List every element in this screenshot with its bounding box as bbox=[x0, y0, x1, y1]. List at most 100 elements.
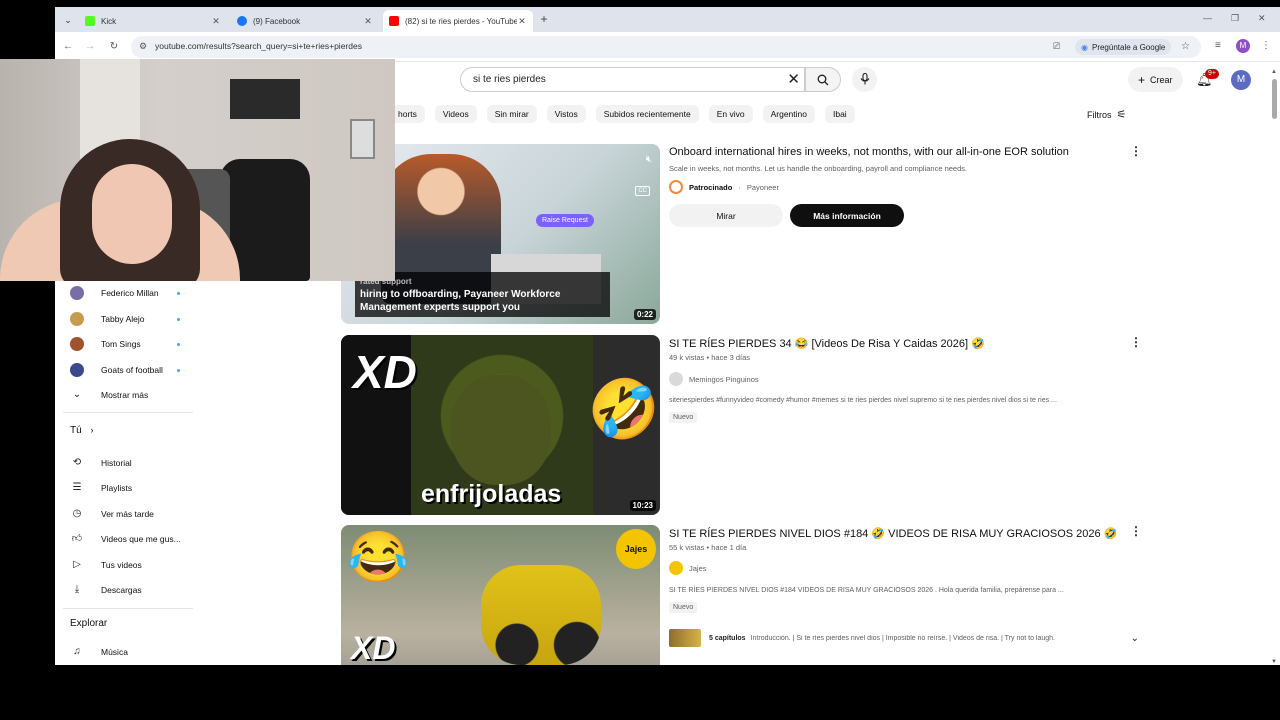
sidebar-item-music[interactable]: ♫ Música bbox=[55, 641, 201, 663]
chip-watched[interactable]: Vistos bbox=[546, 105, 586, 123]
filter-chips: horts Videos Sin mirar Vistos Subidos re… bbox=[390, 105, 855, 123]
sidebar-show-more[interactable]: ⌄ Mostrar más bbox=[55, 384, 201, 406]
filters-button[interactable]: Filtros ⚟ bbox=[1087, 108, 1126, 121]
subscription-label: Federico Millan bbox=[101, 288, 159, 298]
chip-shorts[interactable]: horts bbox=[390, 105, 425, 123]
youtube-favicon-icon bbox=[389, 16, 399, 26]
tab-youtube[interactable]: (82) si te ries pierdes - YouTube ✕ bbox=[383, 10, 533, 32]
chip-argentino[interactable]: Argentino bbox=[762, 105, 815, 123]
maximize-icon[interactable]: ❐ bbox=[1231, 13, 1239, 24]
kick-favicon-icon bbox=[85, 16, 95, 26]
more-options-icon[interactable]: ⋮ bbox=[1130, 335, 1142, 349]
back-icon[interactable]: ← bbox=[61, 40, 75, 54]
show-more-label: Mostrar más bbox=[101, 390, 149, 400]
window-close-icon[interactable]: ✕ bbox=[1258, 13, 1266, 24]
forward-icon[interactable]: → bbox=[83, 40, 97, 54]
ask-google-button[interactable]: ◉ Pregúntale a Google bbox=[1075, 39, 1172, 55]
media-control-icon[interactable]: ≡ bbox=[1215, 40, 1221, 51]
chip-ibai[interactable]: Ibai bbox=[824, 105, 855, 123]
install-app-icon[interactable]: ⎚ bbox=[1053, 41, 1060, 52]
sidebar-subscription[interactable]: Tabby Alejo bbox=[55, 308, 201, 330]
avatar bbox=[70, 312, 84, 326]
ad-title[interactable]: Onboard international hires in weeks, no… bbox=[669, 146, 1069, 158]
chip-unwatched[interactable]: Sin mirar bbox=[486, 105, 537, 123]
close-icon[interactable]: ✕ bbox=[363, 16, 373, 27]
sidebar-subscription[interactable]: Federico Millan bbox=[55, 282, 201, 304]
video-thumbnail[interactable]: 😂 Jajes XD bbox=[341, 525, 660, 665]
chapters-row[interactable]: 5 capítulos Introducción. | Si te ríes p… bbox=[669, 628, 1139, 648]
sidebar-item-downloads[interactable]: ⤓ Descargas bbox=[55, 579, 201, 601]
video-title[interactable]: SI TE RÍES PIERDES NIVEL DIOS #184 🤣 VID… bbox=[669, 527, 1117, 540]
sidebar-item-playlists[interactable]: ☰ Playlists bbox=[55, 477, 201, 499]
close-icon[interactable]: ✕ bbox=[211, 16, 221, 27]
ad-advertiser[interactable]: Patrocinado · Payoneer bbox=[669, 180, 779, 194]
sidebar-subscription[interactable]: Tom Sings bbox=[55, 333, 201, 355]
sidebar-item-label: Playlists bbox=[101, 483, 133, 493]
channel-name: Memingos Pinguinos bbox=[689, 374, 759, 384]
tab-facebook[interactable]: (9) Facebook ✕ bbox=[231, 10, 379, 32]
watch-later-icon: ◷ bbox=[72, 508, 82, 519]
avatar bbox=[70, 286, 84, 300]
chevron-down-icon[interactable]: ⌄ bbox=[1131, 633, 1139, 644]
tab-title: Kick bbox=[101, 16, 117, 26]
chip-videos[interactable]: Videos bbox=[434, 105, 477, 123]
ask-google-label: Pregúntale a Google bbox=[1091, 42, 1166, 52]
video-channel[interactable]: Jajes bbox=[669, 561, 707, 575]
voice-search-button[interactable] bbox=[852, 67, 877, 92]
sidebar-item-history[interactable]: ⟲ Historial bbox=[55, 452, 201, 474]
sidebar-item-your-videos[interactable]: ▷ Tus videos bbox=[55, 554, 201, 576]
page-scrollbar[interactable]: ▲ ▼ bbox=[1270, 69, 1278, 665]
create-button[interactable]: + Crear bbox=[1128, 67, 1183, 92]
thumbnail-xd-text: XD bbox=[351, 630, 396, 665]
more-options-icon[interactable]: ⋮ bbox=[1130, 524, 1142, 538]
bookmark-star-icon[interactable]: ☆ bbox=[1181, 41, 1190, 52]
minimize-icon[interactable]: — bbox=[1203, 13, 1212, 23]
ad-caption-top: rated support bbox=[360, 277, 412, 286]
channel-name: Jajes bbox=[689, 563, 707, 573]
webcam-overlay bbox=[0, 59, 395, 281]
more-info-button[interactable]: Más información bbox=[790, 204, 904, 227]
site-info-icon[interactable]: ⚙ bbox=[139, 41, 147, 52]
divider bbox=[63, 412, 193, 413]
scroll-thumb[interactable] bbox=[1271, 79, 1277, 119]
browser-profile-avatar[interactable]: M bbox=[1236, 39, 1250, 53]
video-thumbnail[interactable]: XD 🤣 enfrijoladas 10:23 bbox=[341, 335, 660, 515]
video-title[interactable]: SI TE RÍES PIERDES 34 😂 [Videos De Risa … bbox=[669, 337, 985, 350]
thumbnail-caption: enfrijoladas bbox=[421, 480, 562, 508]
more-options-icon[interactable]: ⋮ bbox=[1130, 144, 1142, 158]
mute-icon[interactable]: 🔇︎ bbox=[646, 154, 652, 165]
browser-menu-icon[interactable]: ⋮ bbox=[1261, 40, 1271, 51]
new-tab-icon[interactable]: + bbox=[537, 12, 551, 26]
video-channel[interactable]: Memingos Pinguinos bbox=[669, 372, 759, 386]
sidebar-item-watch-later[interactable]: ◷ Ver más tarde bbox=[55, 503, 201, 525]
cc-icon[interactable]: CC bbox=[635, 186, 650, 196]
search-box[interactable]: ✕ bbox=[460, 67, 805, 92]
chevron-right-icon: › bbox=[90, 425, 94, 435]
sidebar-item-liked[interactable]: 👍︎ Videos que me gus... bbox=[55, 528, 201, 550]
address-bar[interactable]: ⚙ youtube.com/results?search_query=si+te… bbox=[131, 36, 1201, 58]
sidebar-item-label: Música bbox=[101, 647, 128, 657]
tab-kick[interactable]: Kick ✕ bbox=[79, 10, 227, 32]
subscription-label: Tabby Alejo bbox=[101, 314, 145, 324]
sponsored-label: Patrocinado bbox=[689, 182, 733, 192]
watch-button[interactable]: Mirar bbox=[669, 204, 783, 227]
sidebar: Federico Millan Tabby Alejo Tom Sings Go… bbox=[55, 282, 201, 665]
clear-search-icon[interactable]: ✕ bbox=[787, 71, 800, 88]
account-avatar[interactable]: M bbox=[1231, 70, 1251, 90]
close-icon[interactable]: ✕ bbox=[517, 16, 527, 27]
liked-icon: 👍︎ bbox=[71, 533, 83, 544]
scroll-down-icon[interactable]: ▼ bbox=[1270, 659, 1278, 665]
you-section-header[interactable]: Tú › bbox=[70, 425, 93, 436]
chapter-thumbnail bbox=[669, 629, 701, 647]
search-input[interactable] bbox=[473, 74, 773, 85]
thumbnail-motorbike bbox=[481, 565, 601, 665]
url-text[interactable]: youtube.com/results?search_query=si+te+r… bbox=[155, 41, 362, 51]
chip-live[interactable]: En vivo bbox=[708, 105, 753, 123]
chip-recently-uploaded[interactable]: Subidos recientemente bbox=[595, 105, 699, 123]
webcam-shelf bbox=[230, 79, 300, 119]
scroll-up-icon[interactable]: ▲ bbox=[1270, 69, 1278, 75]
tab-search-icon[interactable]: ⌄ bbox=[61, 13, 75, 27]
reload-icon[interactable]: ↻ bbox=[107, 40, 121, 54]
sidebar-subscription[interactable]: Goats of football bbox=[55, 359, 201, 381]
search-button[interactable] bbox=[805, 67, 841, 92]
